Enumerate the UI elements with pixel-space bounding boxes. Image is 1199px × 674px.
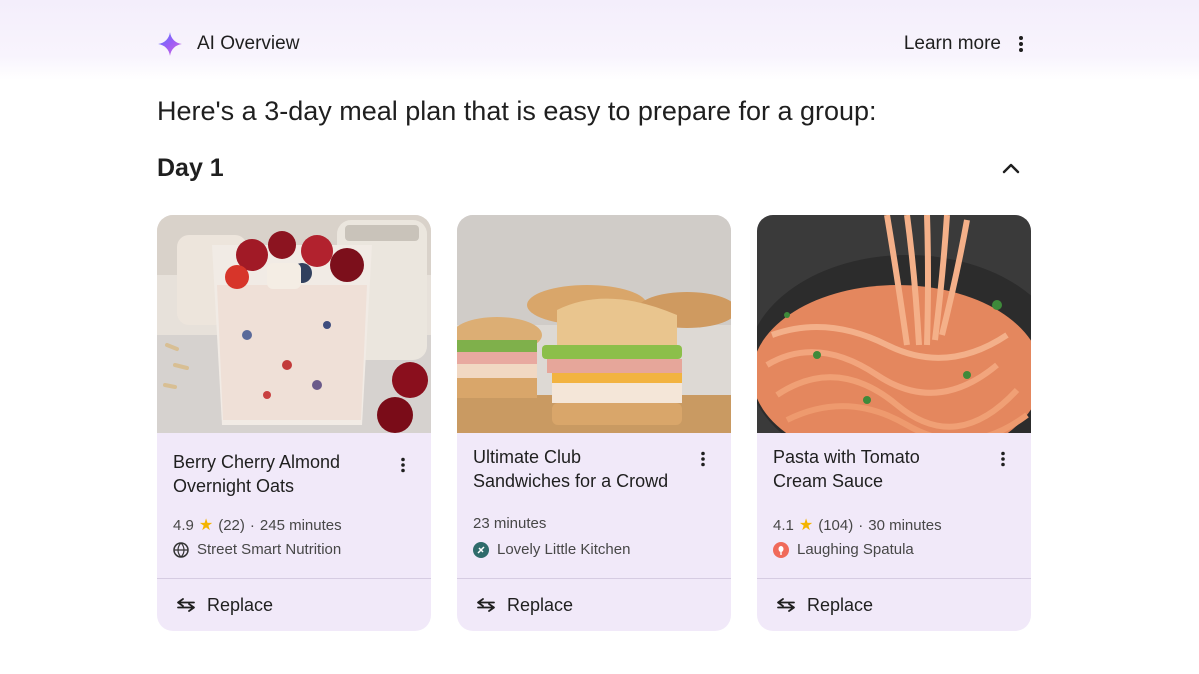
- header-actions: Learn more: [904, 32, 1031, 56]
- replace-button[interactable]: Replace: [157, 579, 431, 631]
- rating-value: 4.1: [773, 516, 794, 534]
- cook-time: 245 minutes: [259, 516, 342, 534]
- overnight-oats-photo[interactable]: [157, 215, 431, 433]
- recipe-card[interactable]: Ultimate Club Sandwiches for a Crowd 23 …: [457, 215, 731, 631]
- star-icon: ★: [798, 517, 814, 534]
- cook-time: 23 minutes: [473, 515, 547, 532]
- recipe-meta: 4.9 ★ (22) · 245 minutes: [173, 515, 342, 535]
- recipe-title[interactable]: Ultimate Club Sandwiches for a Crowd: [473, 445, 678, 493]
- source-name: Laughing Spatula: [797, 541, 914, 558]
- learn-more-link[interactable]: Learn more: [904, 33, 1001, 55]
- site-logo-icon: [773, 541, 789, 558]
- recipe-title[interactable]: Berry Cherry Almond Overnight Oats: [173, 450, 378, 498]
- ai-overview-title: AI Overview: [197, 33, 300, 54]
- recipe-card-body: Berry Cherry Almond Overnight Oats 4.9 ★…: [157, 433, 431, 578]
- more-vert-icon[interactable]: [1011, 32, 1031, 56]
- overview-intro-text: Here's a 3-day meal plan that is easy to…: [157, 96, 877, 126]
- replace-button[interactable]: Replace: [757, 579, 1031, 631]
- club-sandwich-photo[interactable]: [457, 215, 731, 433]
- replace-label: Replace: [207, 594, 274, 615]
- swap-icon: [477, 598, 495, 612]
- recipe-card[interactable]: Pasta with Tomato Cream Sauce 4.1 ★ (104…: [757, 215, 1031, 631]
- day-section-header[interactable]: Day 1: [157, 150, 1031, 186]
- recipe-meta: 4.1 ★ (104) · 30 minutes: [773, 515, 942, 535]
- cook-time: 30 minutes: [868, 516, 942, 534]
- more-vert-icon[interactable]: [393, 453, 413, 477]
- chevron-up-icon[interactable]: [991, 150, 1031, 186]
- more-vert-icon[interactable]: [993, 447, 1013, 471]
- source-name: Street Smart Nutrition: [197, 541, 342, 558]
- recipe-card[interactable]: Berry Cherry Almond Overnight Oats 4.9 ★…: [157, 215, 431, 631]
- recipe-card-body: Pasta with Tomato Cream Sauce 4.1 ★ (104…: [757, 433, 1031, 578]
- meta-separator: ·: [249, 516, 255, 534]
- swap-icon: [777, 598, 795, 612]
- meta-separator: ·: [858, 516, 864, 534]
- recipe-source[interactable]: Street Smart Nutrition: [173, 541, 341, 558]
- swap-icon: [177, 598, 195, 612]
- recipe-source[interactable]: Laughing Spatula: [773, 541, 914, 558]
- review-count: (22): [218, 516, 245, 534]
- recipe-meta: 23 minutes: [473, 515, 546, 532]
- rating-value: 4.9: [173, 516, 194, 534]
- replace-label: Replace: [807, 594, 874, 615]
- pasta-photo[interactable]: [757, 215, 1031, 433]
- recipe-title[interactable]: Pasta with Tomato Cream Sauce: [773, 445, 978, 493]
- recipe-source[interactable]: Lovely Little Kitchen: [473, 541, 630, 558]
- recipe-card-body: Ultimate Club Sandwiches for a Crowd 23 …: [457, 433, 731, 578]
- day-title: Day 1: [157, 153, 224, 182]
- more-vert-icon[interactable]: [693, 447, 713, 471]
- ai-overview-brand: AI Overview: [157, 31, 299, 57]
- site-logo-icon: [473, 541, 489, 558]
- gemini-sparkle-icon: [158, 32, 182, 56]
- replace-label: Replace: [507, 594, 574, 615]
- replace-button[interactable]: Replace: [457, 579, 731, 631]
- ai-overview-header: AI Overview Learn more: [157, 28, 1031, 60]
- star-icon: ★: [198, 517, 214, 534]
- globe-icon: [173, 541, 189, 558]
- review-count: (104): [818, 516, 854, 534]
- source-name: Lovely Little Kitchen: [497, 541, 631, 558]
